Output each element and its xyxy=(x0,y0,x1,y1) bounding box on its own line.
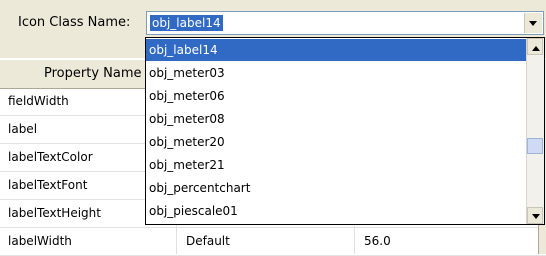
combo-dropdown-button[interactable] xyxy=(524,13,542,33)
property-name-cell: labelTextColor xyxy=(8,150,93,164)
property-name-cell: labelWidth xyxy=(8,234,72,248)
dropdown-scrollbar[interactable] xyxy=(526,38,544,224)
icon-class-value[interactable]: obj_label14 xyxy=(150,15,223,31)
scroll-down-button[interactable] xyxy=(527,207,543,224)
dropdown-option[interactable]: obj_meter06 xyxy=(146,85,526,107)
property-value-cell[interactable]: 56.0 xyxy=(364,234,391,248)
property-name-cell: fieldWidth xyxy=(8,94,69,108)
dropdown-option[interactable]: obj_piescale01 xyxy=(146,200,526,222)
property-name-cell: labelTextHeight xyxy=(8,206,101,220)
dropdown-option[interactable]: obj_meter21 xyxy=(146,154,526,176)
icon-class-combobox[interactable]: obj_label14 xyxy=(146,11,544,35)
chevron-up-icon xyxy=(532,46,540,51)
column-header-property-name[interactable]: Property Name xyxy=(44,66,142,81)
property-name-cell: label xyxy=(8,122,38,136)
scroll-up-button[interactable] xyxy=(527,38,543,55)
property-source-cell: Default xyxy=(186,234,230,248)
dropdown-option[interactable]: obj_meter08 xyxy=(146,108,526,130)
dropdown-option-selected[interactable]: obj_label14 xyxy=(146,39,526,61)
dropdown-option[interactable]: obj_meter03 xyxy=(146,62,526,84)
scroll-thumb[interactable] xyxy=(527,138,543,154)
icon-class-dropdown-list[interactable]: obj_label14 obj_meter03 obj_meter06 obj_… xyxy=(145,37,545,225)
property-name-cell: labelTextFont xyxy=(8,178,88,192)
dropdown-option[interactable]: obj_percentchart xyxy=(146,177,526,199)
table-row[interactable]: labelWidth Default 56.0 xyxy=(0,228,546,256)
dropdown-option[interactable]: obj_meter20 xyxy=(146,131,526,153)
chevron-down-icon xyxy=(529,21,537,26)
icon-class-label: Icon Class Name: xyxy=(18,15,131,30)
chevron-down-icon xyxy=(532,214,540,219)
